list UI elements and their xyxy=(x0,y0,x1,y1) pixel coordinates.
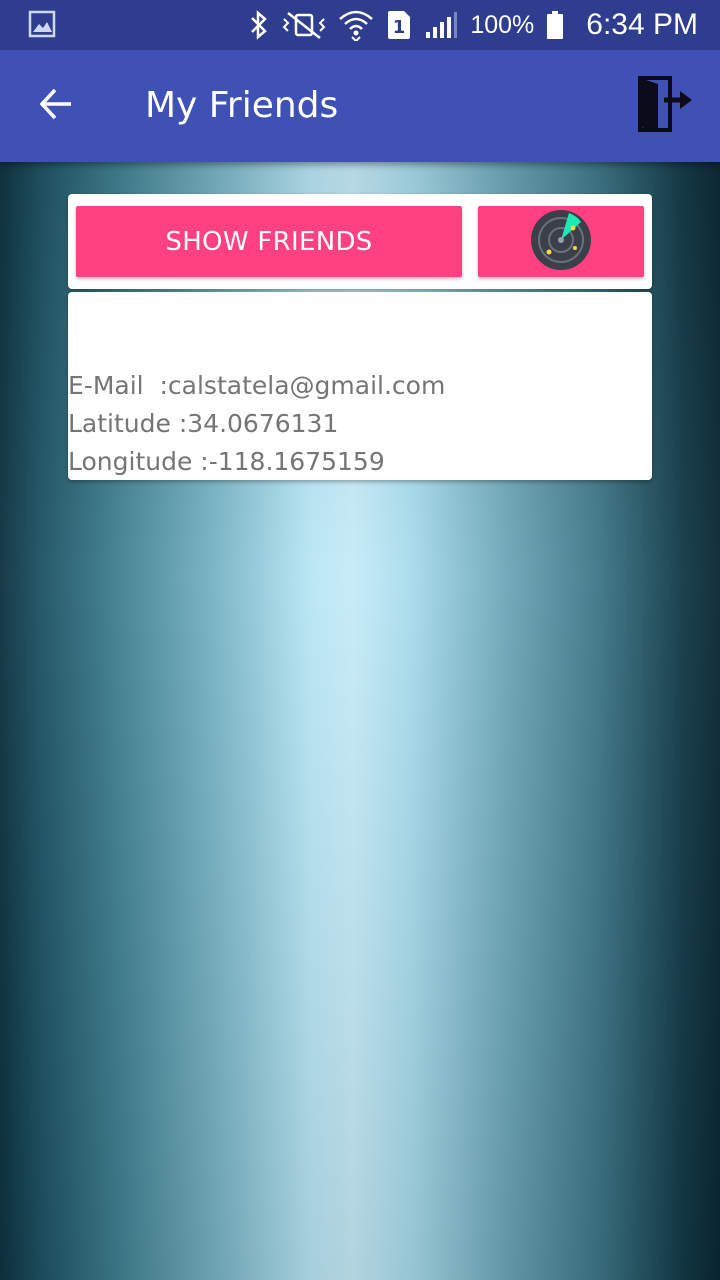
friend-info-card: E-Mail :calstatela@gmail.com Latitude :3… xyxy=(68,292,652,480)
radar-button[interactable] xyxy=(478,206,644,277)
sim-slot-label: 1 xyxy=(393,17,406,38)
back-button[interactable] xyxy=(24,74,88,138)
battery-icon xyxy=(546,10,564,40)
logout-button[interactable] xyxy=(634,74,698,138)
arrow-back-icon xyxy=(38,86,74,126)
radar-icon xyxy=(529,208,593,276)
latitude-text: Latitude :34.0676131 xyxy=(68,409,339,438)
actions-card: SHOW FRIENDS xyxy=(68,194,652,289)
app-bar: My Friends xyxy=(0,50,720,162)
email-text: E-Mail :calstatela@gmail.com xyxy=(68,371,446,400)
logout-door-icon xyxy=(636,75,696,137)
clock: 6:34 PM xyxy=(586,8,698,41)
signal-icon xyxy=(424,10,458,40)
battery-percent: 100% xyxy=(470,10,535,39)
wifi-icon xyxy=(338,9,374,41)
longitude-text: Longitude :-118.1675159 xyxy=(68,447,385,476)
page-title: My Friends xyxy=(145,85,339,126)
status-icons: 1 100% 6:34 PM xyxy=(248,0,698,50)
vibrate-icon xyxy=(282,10,326,40)
sim-icon: 1 xyxy=(386,9,412,41)
show-friends-button[interactable]: SHOW FRIENDS xyxy=(76,206,462,277)
bluetooth-icon xyxy=(248,10,270,40)
gallery-icon xyxy=(28,10,56,38)
status-bar: 1 100% 6:34 PM xyxy=(0,0,720,50)
